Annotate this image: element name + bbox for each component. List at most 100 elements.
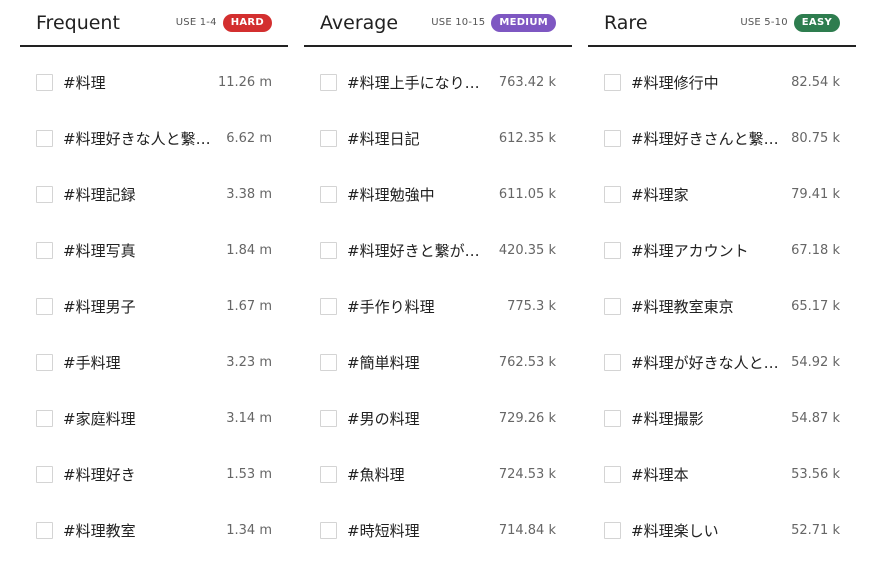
column-header: Average USE 10-15 MEDIUM — [304, 0, 572, 47]
post-count: 82.54 k — [791, 74, 840, 90]
hashtag-row[interactable]: #魚料理 724.53 k — [304, 446, 572, 502]
hashtag-checkbox[interactable] — [36, 185, 53, 203]
hashtag-row[interactable]: #料理好きさんと繋がりたい 80.75 k — [588, 110, 856, 166]
hashtag-row[interactable]: #料理 11.26 m — [20, 54, 288, 110]
hashtag-label: #簡単料理 — [347, 353, 420, 372]
hashtag-list: #料理上手になりたい 763.42 k #料理日記 612.35 k #料理勉強… — [304, 54, 572, 558]
post-count: 53.56 k — [791, 466, 840, 482]
hashtag-row[interactable]: #料理家 79.41 k — [588, 166, 856, 222]
hashtag-row[interactable]: #料理撮影 54.87 k — [588, 390, 856, 446]
hashtag-checkbox[interactable] — [604, 409, 621, 427]
hashtag-columns: Frequent USE 1-4 HARD #料理 11.26 m #料理好きな… — [20, 0, 856, 570]
difficulty-badge: MEDIUM — [491, 13, 556, 32]
column-title: Average — [320, 11, 399, 34]
hashtag-row[interactable]: #料理日記 612.35 k — [304, 110, 572, 166]
hashtag-checkbox[interactable] — [36, 465, 53, 483]
hashtag-checkbox[interactable] — [36, 297, 53, 315]
hashtag-row[interactable]: #料理本 53.56 k — [588, 446, 856, 502]
hashtag-checkbox[interactable] — [604, 465, 621, 483]
hashtag-row[interactable]: #料理勉強中 611.05 k — [304, 166, 572, 222]
hashtag-list: #料理修行中 82.54 k #料理好きさんと繋がりたい 80.75 k #料理… — [588, 54, 856, 558]
hashtag-label: #料理好きと繋がりたい — [347, 241, 487, 260]
hashtag-row[interactable]: #料理アカウント 67.18 k — [588, 222, 856, 278]
hashtag-row[interactable]: #手作り料理 775.3 k — [304, 278, 572, 334]
post-count: 67.18 k — [791, 242, 840, 258]
hashtag-label: #料理日記 — [347, 129, 420, 148]
hashtag-checkbox[interactable] — [36, 353, 53, 371]
hashtag-checkbox[interactable] — [320, 185, 337, 203]
hashtag-label: #料理好き — [63, 465, 136, 484]
hashtag-checkbox[interactable] — [604, 241, 621, 259]
hashtag-row[interactable]: #料理好きと繋がりたい 420.35 k — [304, 222, 572, 278]
hashtag-label: #料理 — [63, 73, 106, 92]
hashtag-checkbox[interactable] — [604, 297, 621, 315]
hashtag-row[interactable]: #料理記録 3.38 m — [20, 166, 288, 222]
post-count: 1.67 m — [226, 298, 272, 314]
hashtag-checkbox[interactable] — [320, 521, 337, 539]
hashtag-label: #料理教室 — [63, 521, 136, 540]
hashtag-row[interactable]: #手料理 3.23 m — [20, 334, 288, 390]
post-count: 3.38 m — [226, 186, 272, 202]
column-header: Rare USE 5-10 EASY — [588, 0, 856, 47]
usage-range: USE 10-15 — [431, 17, 486, 28]
hashtag-label: #料理好きさんと繋がりたい — [631, 129, 779, 148]
post-count: 54.87 k — [791, 410, 840, 426]
hashtag-label: #料理上手になりたい — [347, 73, 487, 92]
hashtag-checkbox[interactable] — [36, 73, 53, 91]
hashtag-checkbox[interactable] — [320, 129, 337, 147]
post-count: 3.23 m — [226, 354, 272, 370]
post-count: 763.42 k — [498, 74, 556, 90]
column-header: Frequent USE 1-4 HARD — [20, 0, 288, 47]
hashtag-checkbox[interactable] — [604, 185, 621, 203]
post-count: 420.35 k — [498, 242, 556, 258]
post-count: 52.71 k — [791, 522, 840, 538]
hashtag-row[interactable]: #料理写真 1.84 m — [20, 222, 288, 278]
post-count: 65.17 k — [791, 298, 840, 314]
hashtag-checkbox[interactable] — [36, 129, 53, 147]
hashtag-row[interactable]: #料理教室東京 65.17 k — [588, 278, 856, 334]
hashtag-row[interactable]: #料理が好きな人と繋がりたい 54.92 k — [588, 334, 856, 390]
hashtag-row[interactable]: #料理好き 1.53 m — [20, 446, 288, 502]
hashtag-row[interactable]: #時短料理 714.84 k — [304, 502, 572, 558]
hashtag-checkbox[interactable] — [320, 297, 337, 315]
hashtag-checkbox[interactable] — [320, 353, 337, 371]
hashtag-checkbox[interactable] — [604, 353, 621, 371]
hashtag-checkbox[interactable] — [320, 409, 337, 427]
post-count: 724.53 k — [498, 466, 556, 482]
hashtag-label: #料理写真 — [63, 241, 136, 260]
hashtag-list: #料理 11.26 m #料理好きな人と繋がりたい 6.62 m #料理記録 3… — [20, 54, 288, 558]
hashtag-label: #手作り料理 — [347, 297, 435, 316]
post-count: 1.53 m — [226, 466, 272, 482]
post-count: 762.53 k — [498, 354, 556, 370]
post-count: 1.34 m — [226, 522, 272, 538]
hashtag-label: #料理が好きな人と繋がりたい — [631, 353, 779, 372]
hashtag-label: #料理楽しい — [631, 521, 719, 540]
hashtag-checkbox[interactable] — [320, 73, 337, 91]
hashtag-row[interactable]: #料理好きな人と繋がりたい 6.62 m — [20, 110, 288, 166]
hashtag-row[interactable]: #男の料理 729.26 k — [304, 390, 572, 446]
hashtag-row[interactable]: #料理教室 1.34 m — [20, 502, 288, 558]
hashtag-label: #料理勉強中 — [347, 185, 435, 204]
hashtag-checkbox[interactable] — [604, 521, 621, 539]
hashtag-checkbox[interactable] — [320, 465, 337, 483]
post-count: 54.92 k — [791, 354, 840, 370]
post-count: 612.35 k — [498, 130, 556, 146]
hashtag-row[interactable]: #料理楽しい 52.71 k — [588, 502, 856, 558]
hashtag-checkbox[interactable] — [36, 521, 53, 539]
hashtag-label: #料理撮影 — [631, 409, 704, 428]
hashtag-checkbox[interactable] — [36, 241, 53, 259]
difficulty-badge: EASY — [793, 13, 840, 32]
post-count: 6.62 m — [226, 130, 272, 146]
hashtag-checkbox[interactable] — [36, 409, 53, 427]
post-count: 714.84 k — [498, 522, 556, 538]
hashtag-row[interactable]: #料理男子 1.67 m — [20, 278, 288, 334]
hashtag-row[interactable]: #料理修行中 82.54 k — [588, 54, 856, 110]
hashtag-row[interactable]: #家庭料理 3.14 m — [20, 390, 288, 446]
hashtag-label: #手料理 — [63, 353, 121, 372]
post-count: 775.3 k — [507, 298, 556, 314]
hashtag-row[interactable]: #料理上手になりたい 763.42 k — [304, 54, 572, 110]
hashtag-checkbox[interactable] — [604, 129, 621, 147]
hashtag-row[interactable]: #簡単料理 762.53 k — [304, 334, 572, 390]
hashtag-checkbox[interactable] — [604, 73, 621, 91]
hashtag-checkbox[interactable] — [320, 241, 337, 259]
